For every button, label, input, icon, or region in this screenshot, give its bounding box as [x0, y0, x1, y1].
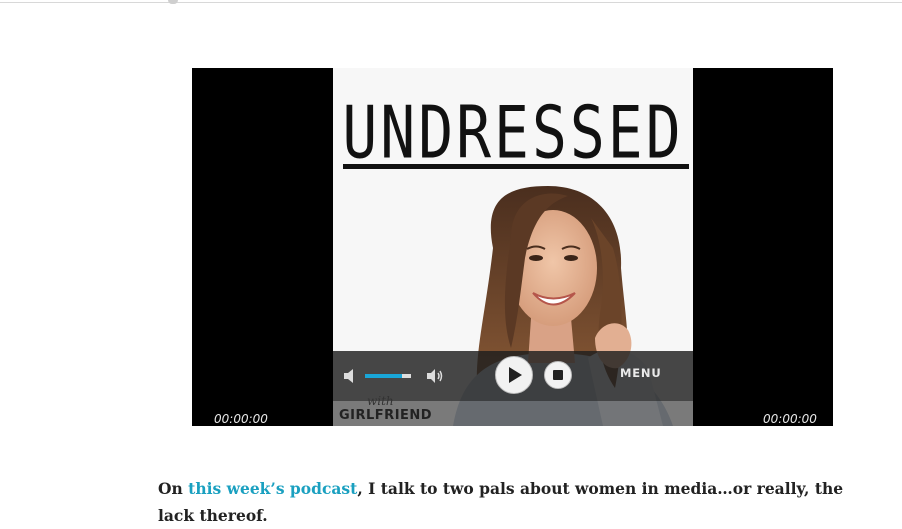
article-paragraph: On this week’s podcast, I talk to two pa… [158, 475, 858, 529]
title-underline [343, 164, 689, 169]
header-divider [0, 2, 902, 3]
play-button[interactable] [495, 356, 533, 394]
podcast-title: UNDRESSED [342, 90, 684, 175]
podcast-player[interactable]: UNDRESSED MENU with GIRLFRIEND 00:00:00 … [192, 68, 833, 426]
current-time: 00:00:00 [214, 412, 268, 426]
podcast-cover-art: UNDRESSED MENU with GIRLFRIEND [333, 68, 693, 426]
cover-script-text: with [367, 394, 394, 408]
menu-button[interactable]: MENU [620, 366, 661, 380]
paragraph-prefix: On [158, 478, 189, 498]
stop-icon [553, 370, 563, 380]
total-time: 00:00:00 [763, 412, 817, 426]
volume-mute-icon[interactable] [341, 366, 361, 386]
volume-slider[interactable] [365, 374, 411, 378]
play-icon [509, 367, 522, 383]
volume-up-icon[interactable] [425, 366, 445, 386]
stop-button[interactable] [544, 361, 572, 389]
podcast-link[interactable]: this week’s podcast [188, 479, 357, 498]
cover-bottom-text: GIRLFRIEND [339, 408, 433, 423]
header-edge-shape [168, 0, 178, 4]
volume-level [365, 374, 402, 378]
